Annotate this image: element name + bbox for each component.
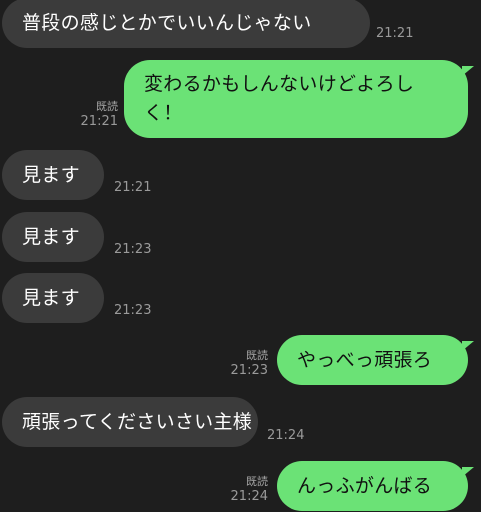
message-time: 21:21	[376, 26, 414, 41]
message-bubble-incoming[interactable]: 普段の感じとかでいいんじゃない	[2, 0, 370, 48]
message-bubble-outgoing[interactable]: やっべっ頑張ろ	[277, 335, 468, 385]
read-receipt: 既読	[246, 475, 268, 488]
message-meta: 21:23	[114, 303, 151, 318]
message-time: 21:21	[114, 180, 152, 195]
message-meta: 21:23	[114, 242, 151, 257]
message-time: 21:21	[80, 114, 118, 129]
message-bubble-incoming[interactable]: 頑張ってくださいさい主様	[2, 397, 258, 447]
read-receipt: 既読	[246, 349, 268, 362]
message-meta: 21:21	[114, 180, 151, 195]
message-text: 普段の感じとかでいいんじゃない	[22, 12, 312, 34]
message-meta: 既読 21:21	[78, 99, 118, 129]
message-bubble-incoming[interactable]: 見ます	[2, 150, 104, 200]
bubble-tail	[462, 341, 474, 351]
message-time: 21:23	[230, 363, 268, 378]
message-bubble-incoming[interactable]: 見ます	[2, 212, 104, 262]
bubble-tail	[462, 66, 474, 76]
message-text: んっふがんばる	[297, 475, 433, 497]
message-text: 変わるかもしんないけどよろしく！	[144, 73, 415, 124]
message-meta: 21:21	[376, 26, 413, 41]
message-text: やっべっ頑張ろ	[297, 349, 433, 371]
chat-thread[interactable]: 普段の感じとかでいいんじゃない 21:21 既読 21:21 変わるかもしんない…	[0, 0, 481, 512]
message-time: 21:23	[114, 242, 152, 257]
bubble-tail	[462, 467, 474, 477]
message-meta: 既読 21:23	[228, 348, 268, 378]
message-bubble-outgoing[interactable]: 変わるかもしんないけどよろしく！	[124, 60, 468, 138]
message-bubble-outgoing[interactable]: んっふがんばる	[277, 461, 468, 511]
message-text: 見ます	[22, 287, 80, 309]
message-time: 21:23	[114, 303, 152, 318]
message-time: 21:24	[230, 489, 268, 504]
message-bubble-incoming[interactable]: 見ます	[2, 273, 104, 323]
message-meta: 既読 21:24	[228, 474, 268, 504]
message-meta: 21:24	[267, 428, 304, 443]
message-text: 頑張ってくださいさい主様	[22, 411, 253, 433]
message-time: 21:24	[267, 428, 305, 443]
message-text: 見ます	[22, 226, 80, 248]
read-receipt: 既読	[96, 100, 118, 113]
message-text: 見ます	[22, 164, 80, 186]
